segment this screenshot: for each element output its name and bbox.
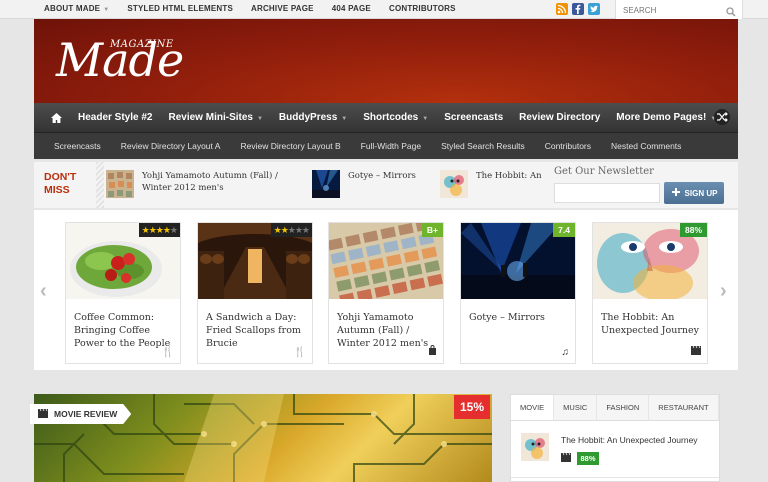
tab-bar: MOVIE MUSIC FASHION RESTAURANT xyxy=(511,395,719,421)
tab-restaurant[interactable]: RESTAURANT xyxy=(649,395,719,420)
subnav-review-directory-a[interactable]: Review Directory Layout A xyxy=(121,141,221,151)
subnav-full-width-page[interactable]: Full-Width Page xyxy=(361,141,421,151)
tab-fashion[interactable]: FASHION xyxy=(597,395,650,420)
sign-up-button[interactable]: SIGN UP xyxy=(664,182,724,204)
subnav-screencasts[interactable]: Screencasts xyxy=(54,141,101,151)
chevron-down-icon: ▼ xyxy=(422,116,429,122)
site-header: MAGAZINE Made xyxy=(34,19,738,103)
star-rating: ★★★★★ xyxy=(270,223,312,237)
chevron-down-icon: ▼ xyxy=(256,116,263,122)
fashion-thumbnail xyxy=(106,170,134,198)
dont-miss-item[interactable]: The Hobbit: An xyxy=(440,170,542,200)
twitter-icon[interactable] xyxy=(588,3,600,15)
dont-miss-item-title-2: Winter 2012 men's xyxy=(142,183,224,193)
top-bar: ABOUT MADE ▼ STYLED HTML ELEMENTS ARCHIVE… xyxy=(0,0,768,20)
subnav-contributors[interactable]: Contributors xyxy=(545,141,591,151)
nav-shortcodes[interactable]: Shortcodes ▼ xyxy=(363,112,428,123)
carousel-card[interactable]: 7.4 Gotye – Mirrors ♫ xyxy=(460,222,576,364)
star-empty-icon: ★ xyxy=(169,225,178,235)
plus-icon xyxy=(671,187,681,199)
card-title: The Hobbit: An Unexpected Journey xyxy=(601,312,699,336)
search-input[interactable] xyxy=(616,1,716,20)
carousel-card[interactable]: B+ Yohji Yamamoto Autumn (Fall) / Winter… xyxy=(328,222,444,364)
newsletter-box: Get Our Newsletter SIGN UP xyxy=(554,162,738,208)
card-title: Gotye – Mirrors xyxy=(469,312,545,323)
dont-miss-item-title: Gotye – Mirrors xyxy=(348,171,416,181)
card-title: Coffee Common: Bringing Coffee Power to … xyxy=(74,312,171,349)
film-icon xyxy=(691,345,701,358)
newsletter-title: Get Our Newsletter xyxy=(554,166,654,177)
dont-miss-item-title: The Hobbit: An xyxy=(476,171,542,181)
dont-miss-item-title: Yohji Yamamoto Autumn (Fall) / xyxy=(142,171,278,181)
divider xyxy=(96,162,104,208)
dont-miss-label: DON'T MISS xyxy=(44,171,77,196)
concert-thumbnail xyxy=(312,170,340,198)
chevron-down-icon: ▼ xyxy=(341,116,348,122)
nav-review-directory[interactable]: Review Directory xyxy=(519,112,600,123)
artwork-thumbnail xyxy=(440,170,468,198)
score-badge: 88% xyxy=(679,223,707,237)
dont-miss-bar: DON'T MISS Yohji Yamamoto Autumn (Fall) … xyxy=(34,162,738,208)
restaurant-icon: 🍴 xyxy=(161,347,174,358)
star-rating: ★★★★★ xyxy=(138,223,180,237)
nav-header-style[interactable]: Header Style #2 xyxy=(78,112,153,123)
subnav-nested-comments[interactable]: Nested Comments xyxy=(611,141,681,151)
top-menu-archive[interactable]: ARCHIVE PAGE xyxy=(251,4,314,13)
logo-subtitle: MAGAZINE xyxy=(110,39,174,50)
nav-screencasts[interactable]: Screencasts xyxy=(444,112,503,123)
tab-movie[interactable]: MOVIE xyxy=(511,395,555,420)
film-icon xyxy=(38,408,48,420)
top-menu: ABOUT MADE ▼ STYLED HTML ELEMENTS ARCHIVE… xyxy=(44,4,456,13)
film-icon xyxy=(561,452,571,465)
newsletter-email-input[interactable] xyxy=(554,183,660,203)
home-icon[interactable] xyxy=(50,111,63,129)
dont-miss-item[interactable]: Gotye – Mirrors xyxy=(312,170,416,200)
category-tabs-widget: MOVIE MUSIC FASHION RESTAURANT The Hobbi… xyxy=(510,394,720,482)
top-menu-about[interactable]: ABOUT MADE ▼ xyxy=(44,4,109,13)
list-item-title: The Hobbit: An Unexpected Journey xyxy=(561,435,698,445)
card-title: Yohji Yamamoto Autumn (Fall) / Winter 20… xyxy=(337,312,429,349)
subnav-styled-search[interactable]: Styled Search Results xyxy=(441,141,525,151)
chevron-right-icon[interactable]: › xyxy=(720,280,727,303)
star-icon: ★★★★ xyxy=(141,225,171,235)
carousel-card[interactable]: 88% The Hobbit: An Unexpected Journey xyxy=(592,222,708,364)
shuffle-icon[interactable] xyxy=(714,109,730,125)
top-menu-404[interactable]: 404 PAGE xyxy=(332,4,371,13)
restaurant-icon: 🍴 xyxy=(293,347,306,358)
score-badge: 7.4 xyxy=(553,223,575,237)
rss-icon[interactable] xyxy=(556,3,568,15)
sub-nav: Screencasts Review Directory Layout A Re… xyxy=(34,133,738,159)
star-empty-icon: ★★★ xyxy=(287,225,310,235)
score-badge: 15% xyxy=(454,395,490,419)
dont-miss-item[interactable]: Yohji Yamamoto Autumn (Fall) / Winter 20… xyxy=(106,170,278,200)
chevron-down-icon: ▼ xyxy=(103,7,110,13)
tab-music[interactable]: MUSIC xyxy=(554,395,598,420)
main-nav: Header Style #2 Review Mini-Sites ▼ Buddy… xyxy=(34,103,738,133)
artwork-thumbnail xyxy=(521,433,549,461)
subnav-review-directory-b[interactable]: Review Directory Layout B xyxy=(240,141,340,151)
shopping-bag-icon xyxy=(428,345,437,358)
carousel-card[interactable]: ★★★★★ Coffee Common: Bringing Coffee Pow… xyxy=(65,222,181,364)
top-search xyxy=(615,0,743,20)
chevron-left-icon[interactable]: ‹ xyxy=(40,280,47,303)
top-menu-styled-html[interactable]: STYLED HTML ELEMENTS xyxy=(127,4,233,13)
star-icon: ★★ xyxy=(273,225,289,235)
carousel-card[interactable]: ★★★★★ A Sandwich a Day: Fried Scallops f… xyxy=(197,222,313,364)
site-logo[interactable]: MAGAZINE Made xyxy=(56,37,184,83)
score-badge: 88% xyxy=(577,452,599,465)
music-note-icon: ♫ xyxy=(561,347,570,358)
category-tag[interactable]: MOVIE REVIEW xyxy=(30,404,132,424)
facebook-icon[interactable] xyxy=(572,3,584,15)
nav-more-demo-pages[interactable]: More Demo Pages!▼ xyxy=(616,112,716,123)
top-menu-contributors[interactable]: CONTRIBUTORS xyxy=(389,4,456,13)
divider xyxy=(511,477,719,478)
card-title: A Sandwich a Day: Fried Scallops from Br… xyxy=(206,312,301,349)
nav-review-mini-sites[interactable]: Review Mini-Sites ▼ xyxy=(169,112,263,123)
nav-buddypress[interactable]: BuddyPress ▼ xyxy=(279,112,347,123)
grade-badge: B+ xyxy=(421,223,443,237)
